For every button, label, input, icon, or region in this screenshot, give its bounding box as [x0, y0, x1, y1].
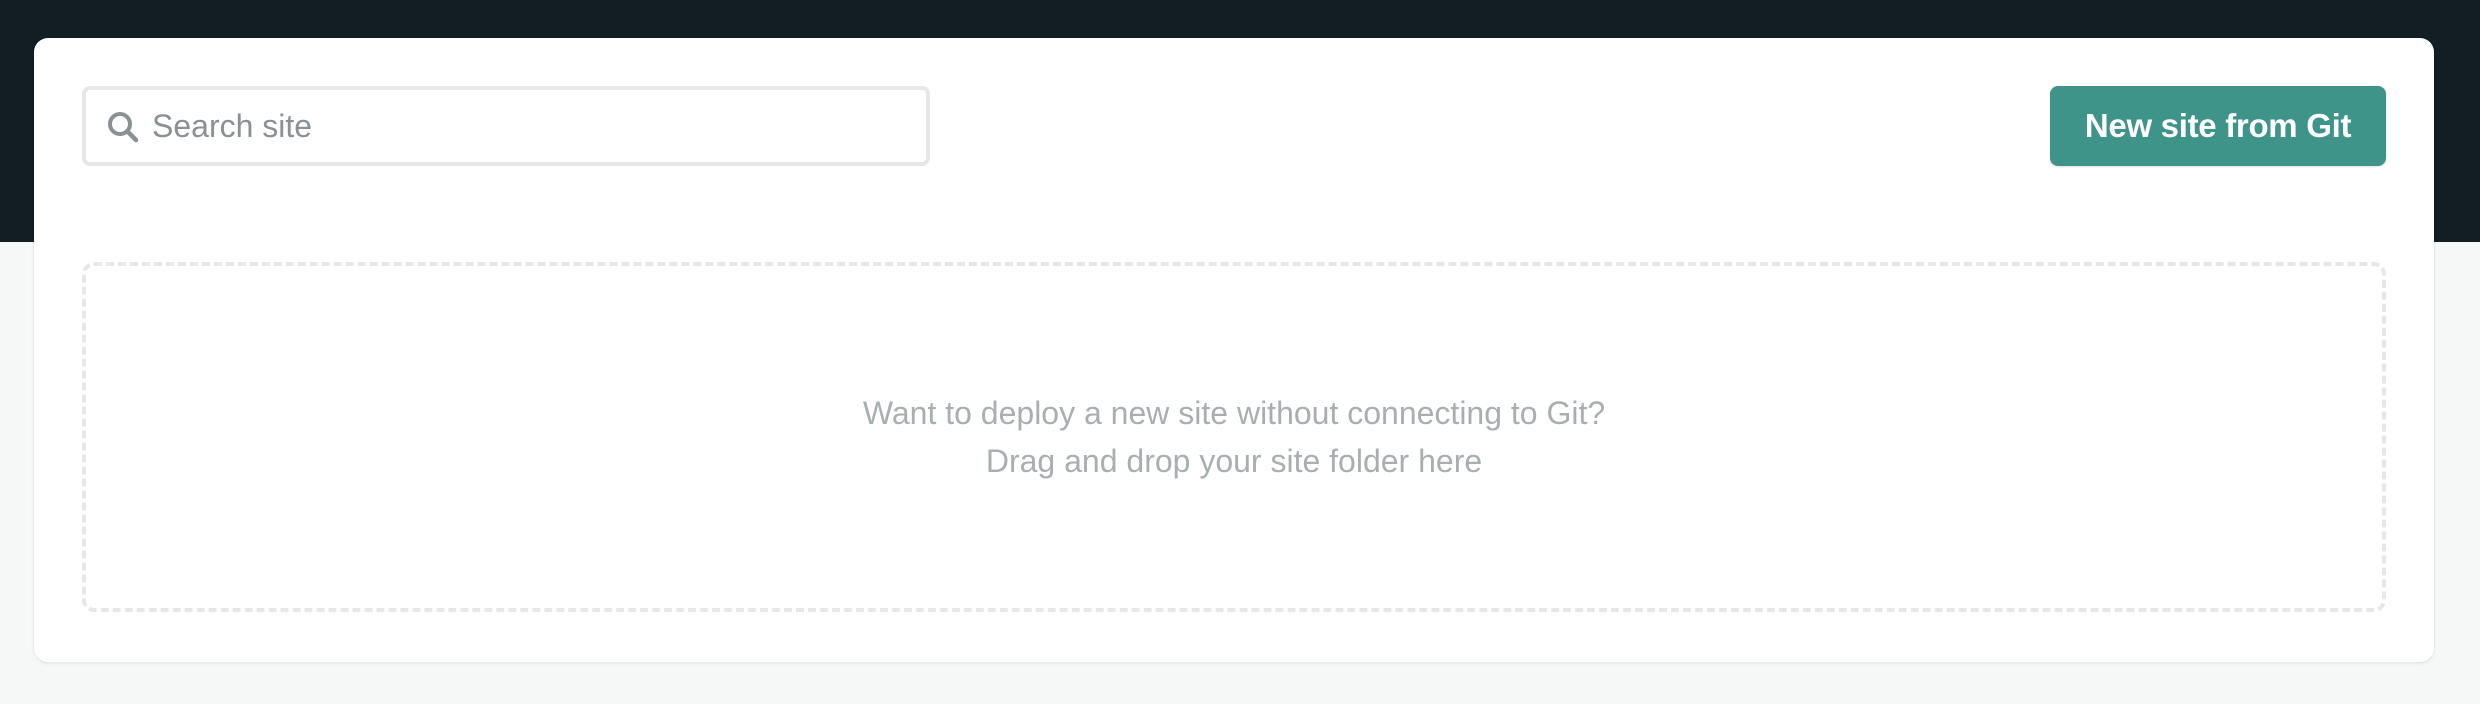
search-input[interactable] [152, 90, 912, 162]
new-site-from-git-button[interactable]: New site from Git [2050, 86, 2386, 166]
drop-zone[interactable]: Want to deploy a new site without connec… [82, 262, 2386, 612]
search-box[interactable] [82, 86, 930, 166]
dropzone-instruction: Drag and drop your site folder here [985, 443, 1483, 479]
search-icon [106, 110, 140, 144]
dropzone-prompt: Want to deploy a new site without connec… [862, 395, 1606, 431]
sites-card: New site from Git Want to deploy a new s… [34, 38, 2434, 662]
